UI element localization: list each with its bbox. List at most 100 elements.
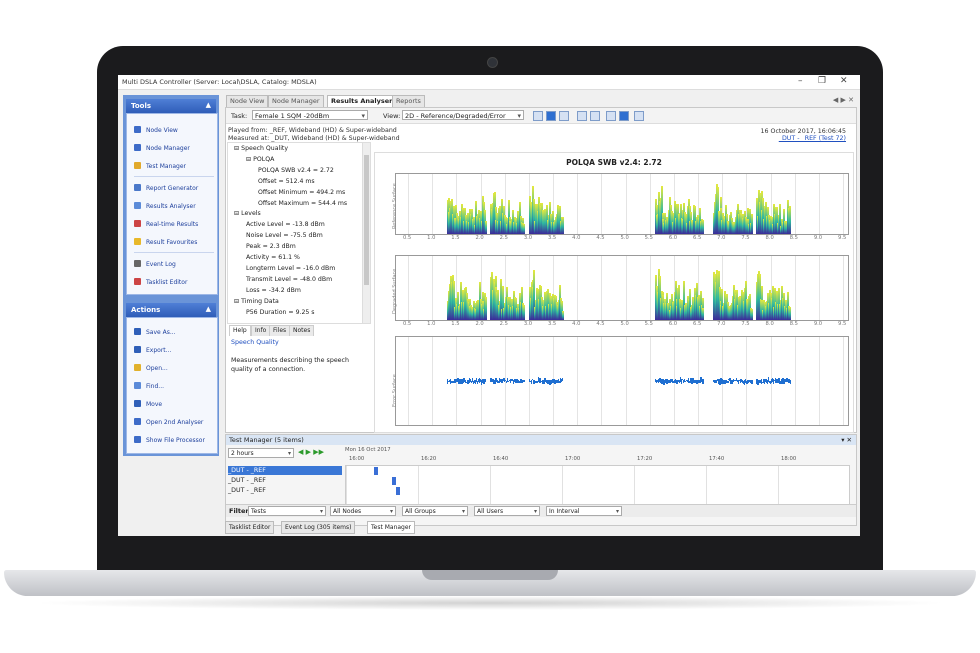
nav-tasklist-editor[interactable]: Tasklist Editor: [134, 278, 187, 288]
tools-header[interactable]: Tools ▲: [126, 99, 216, 113]
tree-node[interactable]: Noise Level = -75.5 dBm: [246, 232, 323, 239]
test-row[interactable]: _DUT - _REF: [228, 476, 342, 485]
tab-nav-arrows[interactable]: ◀ ▶ ✕: [833, 96, 854, 104]
grid-line: [601, 337, 603, 425]
filter-groups-select[interactable]: All Groups: [402, 506, 468, 517]
x-tick-label: 5.0: [620, 321, 629, 327]
grid-line: [601, 256, 603, 320]
x-tick-label: 4.0: [572, 321, 581, 327]
tree-node[interactable]: ⊟ Timing Data: [234, 298, 279, 305]
grid-line: [432, 256, 434, 320]
tab-event-log[interactable]: Event Log (305 items): [281, 521, 356, 534]
maximize-button[interactable]: ❐: [818, 76, 826, 86]
x-tick-label: 0.5: [402, 235, 412, 241]
time-range-select[interactable]: 2 hours: [228, 448, 294, 459]
action-export[interactable]: Export...: [134, 346, 171, 356]
x-tick-label: 0.5: [402, 321, 412, 327]
nav-realtime-results[interactable]: Real-time Results: [134, 220, 198, 230]
x-tick-label: 4.0: [572, 235, 581, 241]
tree-node[interactable]: Transmit Level = -48.0 dBm: [246, 276, 332, 283]
spectrum-bar: [702, 307, 705, 320]
nav-report-generator[interactable]: Report Generator: [134, 184, 198, 194]
collapse-icon[interactable]: ▲: [206, 305, 211, 313]
chart-tool-icon[interactable]: [559, 111, 569, 121]
grid-line: [818, 174, 820, 234]
chart-tool-icon[interactable]: [606, 111, 616, 121]
chart-tool-icon[interactable]: [533, 111, 543, 121]
action-move[interactable]: Move: [134, 400, 162, 410]
filter-users-select[interactable]: All Users: [474, 506, 540, 517]
grid-line: [818, 337, 820, 425]
actions-header[interactable]: Actions ▲: [126, 303, 216, 317]
action-find[interactable]: Find...: [134, 382, 164, 392]
test-row[interactable]: _DUT - _REF: [228, 466, 342, 475]
tree-node[interactable]: Offset Minimum = 494.2 ms: [258, 189, 345, 196]
grid-line: [649, 256, 651, 320]
tree-node[interactable]: Active Level = -13.8 dBm: [246, 221, 325, 228]
view-select[interactable]: 2D - Reference/Degraded/Error: [402, 110, 524, 121]
action-show-file-processor[interactable]: Show File Processor: [134, 436, 205, 446]
panel-pin-icon[interactable]: ▾ ✕: [841, 435, 852, 445]
filter-interval-select[interactable]: In Interval: [546, 506, 622, 517]
tree-scrollbar[interactable]: [362, 143, 370, 323]
test-manager-header: Test Manager (5 items) ▾ ✕: [226, 435, 856, 445]
action-save-as[interactable]: Save As...: [134, 328, 176, 338]
tree-node[interactable]: Offset = 512.4 ms: [258, 178, 315, 185]
filter-type-select[interactable]: Tests: [248, 506, 326, 517]
nav-test-manager[interactable]: Test Manager: [134, 162, 186, 172]
scroll-thumb[interactable]: [364, 155, 369, 285]
tree-node[interactable]: Longterm Level = -16.0 dBm: [246, 265, 335, 272]
tree-node[interactable]: Loss = -34.2 dBm: [246, 287, 301, 294]
left-navigation: Tools ▲ Node View Node Manager Test Mana…: [123, 95, 219, 456]
chart-tool-icon[interactable]: [546, 111, 556, 121]
error-bar: [702, 379, 705, 383]
tab-tasklist-editor[interactable]: Tasklist Editor: [225, 521, 275, 534]
test-marker[interactable]: [392, 477, 396, 485]
chart-tool-icon[interactable]: [577, 111, 587, 121]
test-manager-panel: Test Manager (5 items) ▾ ✕ 2 hours ◀ ▶ ▶…: [225, 434, 857, 526]
test-marker[interactable]: [396, 487, 400, 495]
tree-node[interactable]: ⊟ POLQA: [246, 156, 274, 163]
action-open-2nd-analyser[interactable]: Open 2nd Analyser: [134, 418, 203, 428]
tree-node[interactable]: Offset Maximum = 544.4 ms: [258, 200, 347, 207]
grid-line: [794, 256, 796, 320]
tools-header-label: Tools: [131, 102, 152, 110]
tab-test-manager-bottom[interactable]: Test Manager: [367, 521, 416, 534]
nav-results-analyser[interactable]: Results Analyser: [134, 202, 196, 212]
timeline-gridline: [778, 466, 779, 505]
help-panel: Speech Quality Measurements describing t…: [227, 336, 369, 430]
nav-event-log[interactable]: Event Log: [134, 260, 176, 270]
spectrum-bar: [562, 310, 564, 320]
grid-line: [625, 174, 627, 234]
x-tick-label: 6.0: [668, 235, 678, 241]
action-open[interactable]: Open...: [134, 364, 168, 374]
test-row[interactable]: _DUT - _REF: [228, 486, 342, 495]
chart-tool-icon[interactable]: [634, 111, 644, 121]
filter-nodes-select[interactable]: All Nodes: [330, 506, 396, 517]
tree-node[interactable]: ⊟ Speech Quality: [234, 145, 288, 152]
close-button[interactable]: ✕: [840, 76, 848, 86]
test-link[interactable]: _DUT - _REF (Test 72): [760, 135, 846, 142]
toolbar: Task: Female 1 SQM -20dBm View: 2D - Ref…: [226, 108, 856, 124]
grid-line: [843, 256, 845, 320]
tree-node[interactable]: ⊟ Levels: [234, 210, 261, 217]
tree-node[interactable]: P56 Duration = 9.25 s: [246, 309, 315, 316]
nav-node-manager[interactable]: Node Manager: [134, 144, 190, 154]
minimize-button[interactable]: –: [798, 76, 803, 86]
timeline-time-label: 17:00: [565, 456, 581, 462]
spectrum-bar: [702, 219, 705, 234]
nav-result-favourites[interactable]: Result Favourites: [134, 238, 197, 248]
chart-tool-icon[interactable]: [619, 111, 629, 121]
tree-node[interactable]: Activity = 61.1 %: [246, 254, 300, 261]
tree-node[interactable]: POLQA SWB v2.4 = 2.72: [258, 167, 334, 174]
collapse-icon[interactable]: ▲: [206, 101, 211, 109]
test-marker[interactable]: [374, 467, 378, 475]
nav-node-view[interactable]: Node View: [134, 126, 178, 136]
chart-tool-icon[interactable]: [590, 111, 600, 121]
bottom-tabs: Tasklist Editor Event Log (305 items) Te…: [225, 521, 855, 534]
tree-node[interactable]: Peak = 2.3 dBm: [246, 243, 296, 250]
spectrum-bar: [523, 223, 526, 234]
task-select[interactable]: Female 1 SQM -20dBm: [252, 110, 368, 121]
timeline-nav-icons[interactable]: ◀ ▶ ▶▶: [298, 448, 324, 456]
timeline-time-label: 16:00: [349, 456, 365, 462]
